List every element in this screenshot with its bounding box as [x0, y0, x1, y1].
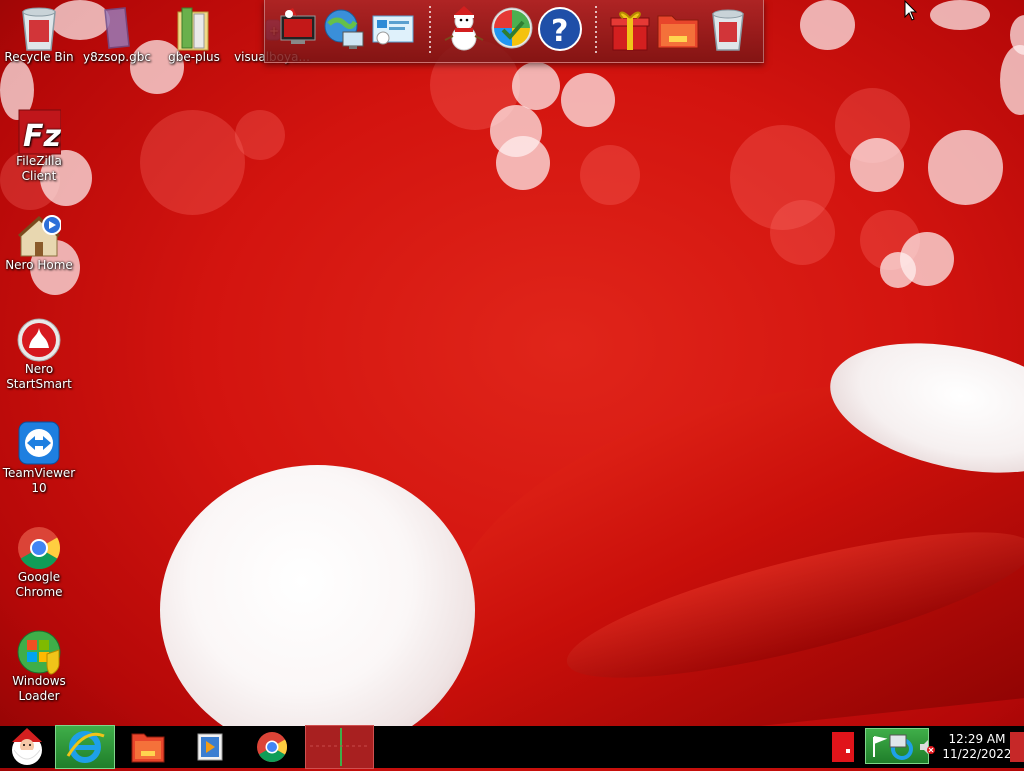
volume-muted-icon[interactable] [918, 738, 936, 756]
desktop-icon-label: Windows Loader [12, 674, 66, 703]
desktop-icon-label: y8zsop.gbc [83, 50, 151, 64]
network-globe-icon [324, 9, 364, 49]
start-santa-icon [12, 728, 42, 765]
taskbar-media-player[interactable] [182, 726, 238, 768]
desktop-icon-label: Google Chrome [15, 570, 63, 599]
nero-home-icon [17, 212, 62, 257]
file-icon [95, 4, 139, 49]
dock-item-windows-update[interactable] [489, 6, 535, 52]
dock-item-computer[interactable] [275, 6, 321, 52]
tray-dot-icon [846, 749, 850, 753]
dock-bar: ? [264, 0, 764, 63]
teamviewer-icon [17, 420, 61, 465]
chrome-icon [257, 732, 288, 763]
filezilla-icon: Fz [17, 108, 62, 155]
desktop-icon-windows-loader[interactable]: Windows Loader [0, 628, 78, 704]
desktop-icon-label: TeamViewer 10 [2, 466, 76, 495]
desktop-icon-teamviewer[interactable]: TeamViewer 10 [0, 420, 78, 496]
desktop-icon-nero-startsmart[interactable]: Nero StartSmart [0, 316, 78, 392]
dock-item-folder[interactable] [655, 6, 701, 52]
dock-item-control-panel[interactable] [369, 6, 415, 52]
desktop-icon-chrome[interactable]: Google Chrome [0, 524, 78, 600]
snowman-icon [444, 6, 484, 51]
desktop-icon-label: Nero Home [5, 258, 73, 272]
chrome-icon [17, 524, 61, 570]
nero-startsmart-icon [17, 316, 61, 362]
taskbar-active-window[interactable] [305, 725, 374, 769]
taskbar-chrome[interactable] [244, 726, 300, 768]
folder-icon [172, 4, 216, 51]
media-player-icon [197, 733, 223, 761]
santa-hat-pompom [160, 465, 475, 755]
taskbar: 12:29 AM 11/22/2022 [0, 725, 1024, 769]
desktop-icon-filezilla[interactable]: Fz FileZilla Client [0, 108, 78, 184]
start-button[interactable] [0, 726, 54, 768]
folder-icon [657, 15, 699, 49]
desktop-icon-label: Recycle Bin [4, 50, 74, 64]
computer-icon [280, 8, 316, 44]
desktop-icon-nero-home[interactable]: Nero Home [0, 212, 78, 273]
desktop-icon-label: Nero StartSmart [6, 362, 72, 391]
active-window-icon [310, 728, 369, 766]
gift-icon [610, 11, 650, 51]
dock-item-help[interactable]: ? [537, 6, 583, 52]
desktop-icon-file[interactable]: y8zsop.gbc [78, 4, 156, 65]
tray-clock[interactable]: 12:29 AM 11/22/2022 [940, 731, 1014, 763]
svg-text:?: ? [551, 14, 568, 49]
desktop-icon-label: gbe-plus [168, 50, 220, 64]
recycle-bin-icon [712, 9, 744, 51]
svg-text:Fz: Fz [23, 119, 61, 154]
desktop-icon-label: FileZilla Client [16, 154, 62, 183]
dock-separator [595, 6, 597, 56]
mouse-cursor-icon [904, 0, 918, 21]
windows-update-icon [491, 7, 533, 49]
desktop-icon-recycle-bin[interactable]: Recycle Bin [0, 4, 78, 65]
dock-item-recycle-bin[interactable] [705, 6, 751, 52]
clock-time: 12:29 AM [948, 732, 1006, 746]
dock-item-gift[interactable] [607, 6, 653, 52]
recycle-bin-icon [17, 4, 61, 51]
taskbar-internet-explorer[interactable] [55, 725, 115, 769]
show-desktop-button[interactable] [1010, 732, 1024, 762]
help-icon: ? [538, 7, 582, 51]
dock-item-network[interactable] [321, 6, 367, 52]
clock-date: 11/22/2022 [942, 747, 1012, 761]
desktop-icon-gbe-plus[interactable]: gbe-plus [155, 4, 233, 65]
file-explorer-icon [131, 733, 165, 763]
taskbar-file-explorer[interactable] [120, 726, 176, 768]
dock-separator [429, 6, 431, 56]
tray-red-indicator[interactable] [832, 732, 854, 762]
internet-explorer-icon [66, 731, 105, 763]
control-panel-icon [372, 15, 414, 45]
dock-item-snowman[interactable] [441, 6, 487, 52]
windows-loader-icon [17, 628, 61, 675]
